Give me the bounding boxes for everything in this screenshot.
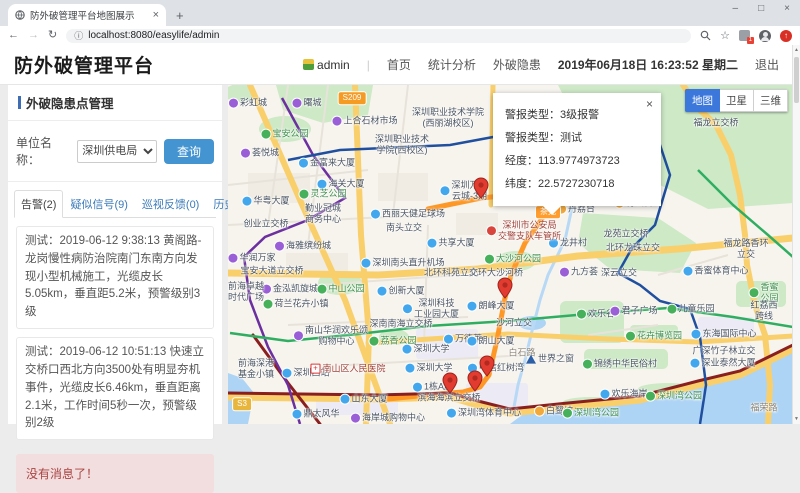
alarm-tabs: 告警(2)疑似信号(9)巡视反馈(0)历史信息(20) [14, 190, 216, 218]
map-type-button-1[interactable]: 地图 [685, 89, 720, 112]
nav-separator: | [367, 58, 370, 72]
alarm-tab-1[interactable]: 告警(2) [14, 190, 63, 218]
nav-item-3[interactable]: 外破隐患 [493, 56, 541, 73]
profile-avatar-icon[interactable] [759, 30, 771, 42]
nav-item-1[interactable]: 首页 [387, 56, 411, 73]
extension-icon[interactable]: 1 [739, 30, 750, 41]
alarm-tab-3[interactable]: 巡视反馈(0) [135, 190, 206, 218]
alarm-popup: × 警报类型：3级报警警报类型：测试经度：113.9774973723 纬度：22… [493, 93, 661, 206]
browser-toolbar: ← → ↻ ⓘ localhost:8080/easylife/admin ☆ … [0, 26, 800, 45]
alert-marker-2[interactable] [473, 177, 489, 199]
unit-select[interactable]: 深圳供电局 [77, 140, 157, 163]
window-close-button[interactable]: × [784, 3, 790, 14]
scroll-down-icon[interactable]: ▼ [793, 416, 800, 422]
username: admin [317, 58, 350, 72]
popup-field: 经度：113.9774973723 [505, 152, 649, 168]
scroll-up-icon[interactable]: ▲ [793, 47, 800, 53]
bookmark-star-icon[interactable]: ☆ [720, 29, 730, 42]
url-text: localhost:8080/easylife/admin [88, 30, 219, 41]
popup-field: 警报类型：3级报警 [505, 106, 649, 122]
reload-icon[interactable]: ↻ [48, 30, 57, 41]
road-shield: S209 [339, 92, 366, 104]
popup-close-icon[interactable]: × [646, 97, 653, 111]
panel-title: 外破隐患点管理 [8, 85, 222, 121]
message-list: 测试：2019-06-12 9:38:13 黄阁路-龙岗慢性病防治院南门东南方向… [8, 218, 222, 493]
tab-close-icon[interactable]: × [153, 9, 159, 21]
browser-tab[interactable]: 防外破管理平台地图展示 × [8, 4, 166, 26]
page-title: 防外破管理平台 [14, 51, 154, 78]
zoom-icon[interactable] [700, 30, 711, 41]
datetime-text: 2019年06月18日 16:23:52 星期二 [558, 56, 738, 73]
globe-favicon [15, 10, 25, 20]
extension-badge: 1 [747, 37, 754, 44]
nav-item-2[interactable]: 统计分析 [428, 56, 476, 73]
browser-tab-title: 防外破管理平台地图展示 [30, 8, 149, 22]
alert-marker-6[interactable] [442, 372, 458, 394]
alarm-tab-2[interactable]: 疑似信号(9) [63, 190, 134, 218]
alert-marker-5[interactable] [467, 370, 483, 392]
map-type-button-2[interactable]: 卫星 [720, 89, 754, 112]
search-button[interactable]: 查询 [164, 139, 214, 164]
scrollbar-thumb[interactable] [794, 57, 799, 103]
new-tab-button[interactable]: + [176, 8, 184, 23]
window-maximize-button[interactable]: □ [758, 3, 764, 14]
popup-field: 警报类型：测试 [505, 129, 649, 145]
user-icon [303, 59, 314, 70]
map-type-switcher: 地图卫星三维 [685, 89, 788, 112]
address-bar[interactable]: ⓘ localhost:8080/easylife/admin [66, 29, 691, 43]
popup-field: 纬度：22.5727230718 [505, 175, 649, 191]
road-shield: S3 [233, 398, 251, 410]
map-canvas[interactable]: 彩虹城曙城上合石材市场宝安公园荟悦城金富来大厦海关大厦灵芝公园华粤大厦勤业冠城 … [228, 85, 793, 424]
back-icon[interactable]: ← [8, 30, 19, 41]
alert-marker-3[interactable] [497, 277, 513, 299]
browser-tabstrip: 防外破管理平台地图展示 × + – □ × [0, 0, 800, 26]
no-more-messages-alert: 没有消息了！ [16, 454, 214, 493]
browser-update-icon[interactable]: ↑ [780, 30, 792, 42]
site-info-icon[interactable]: ⓘ [74, 29, 83, 42]
message-item[interactable]: 测试：2019-06-12 10:51:13 快速立交桥口西北方向3500处有明… [16, 337, 214, 440]
logout-link[interactable]: 退出 [755, 56, 779, 73]
forward-icon[interactable]: → [28, 30, 39, 41]
window-minimize-button[interactable]: – [733, 3, 739, 14]
user-menu[interactable]: admin [303, 58, 350, 72]
title-accent-bar [18, 96, 21, 109]
map-type-button-3[interactable]: 三维 [754, 89, 788, 112]
app-header: 防外破管理平台 admin | 首页统计分析外破隐患 2019年06月18日 1… [0, 45, 793, 85]
popup-arrow [543, 206, 561, 215]
message-item[interactable]: 测试：2019-06-12 9:38:13 黄阁路-龙岗慢性病防治院南门东南方向… [16, 226, 214, 329]
unit-label: 单位名称： [16, 134, 70, 168]
sidebar-panel: 外破隐患点管理 单位名称： 深圳供电局 查询 告警(2)疑似信号(9)巡视反馈(… [8, 85, 222, 424]
page-scrollbar[interactable]: ▲ ▼ [792, 45, 800, 424]
